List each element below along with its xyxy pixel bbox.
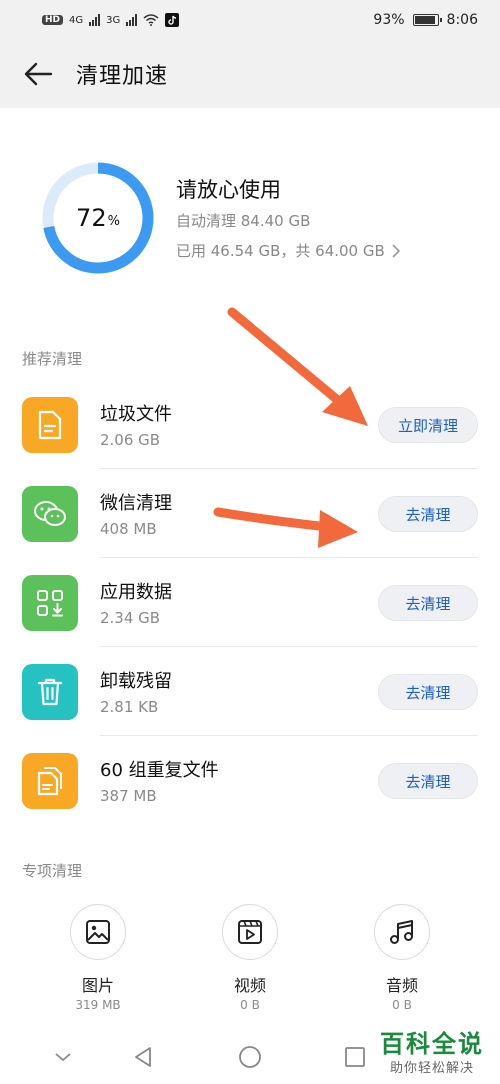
item-name: 应用数据	[100, 582, 172, 603]
nav-recents-button[interactable]	[340, 1042, 370, 1072]
net-label-2: 3G	[106, 14, 121, 26]
row-icon-bg	[22, 664, 78, 720]
item-size: 2.81 KB	[100, 698, 159, 716]
chevron-down-icon	[55, 1053, 71, 1062]
special-item-size: 319 MB	[75, 998, 121, 1012]
clock: 8:06	[446, 12, 478, 28]
auto-clean-text: 自动清理 84.40 GB	[176, 212, 311, 230]
net-label-1: 4G	[69, 14, 84, 26]
item-name: 垃圾文件	[100, 404, 172, 425]
video-icon	[238, 920, 262, 944]
wechat-icon	[34, 501, 66, 526]
special-item-audio[interactable]: 音频 0 B	[342, 904, 462, 1012]
page-title: 清理加速	[76, 64, 169, 89]
image-icon	[86, 920, 110, 944]
audio-button[interactable]	[374, 904, 430, 960]
recommended-label: 推荐清理	[22, 350, 83, 368]
list-item-wechat[interactable]: 微信清理 408 MB 去清理	[0, 469, 500, 558]
go-clean-button[interactable]: 去清理	[378, 674, 478, 710]
music-note-icon	[390, 920, 413, 944]
back-button[interactable]	[0, 40, 76, 108]
row-icon-bg	[22, 486, 78, 542]
usage-percent: 72%	[76, 204, 120, 232]
tiktok-icon	[165, 13, 180, 27]
watermark-logo: 百科全说 助你轻松解决	[380, 1024, 484, 1076]
storage-usage-text: 已用 46.54 GB，共 64.00 GB	[176, 242, 385, 260]
special-item-images[interactable]: 图片 319 MB	[38, 904, 158, 1012]
special-item-size: 0 B	[240, 998, 260, 1012]
go-clean-button[interactable]: 去清理	[378, 496, 478, 532]
item-size: 408 MB	[100, 520, 157, 538]
special-label: 专项清理	[22, 862, 83, 880]
square-recents-icon	[345, 1047, 365, 1067]
row-icon-bg	[22, 397, 78, 453]
list-item-uninstall-residue[interactable]: 卸载残留 2.81 KB 去清理	[0, 647, 500, 736]
watermark-subtitle: 助你轻松解决	[389, 1061, 474, 1076]
item-size: 387 MB	[100, 787, 157, 805]
item-name: 卸载残留	[100, 671, 172, 692]
arrow-left-icon	[24, 62, 53, 86]
signal-icon	[89, 14, 101, 26]
battery-icon	[412, 14, 442, 26]
apps-grid-icon	[37, 590, 63, 617]
list-item-app-data[interactable]: 应用数据 2.34 GB 去清理	[0, 558, 500, 647]
wifi-icon	[143, 14, 159, 26]
go-clean-button[interactable]: 去清理	[378, 585, 478, 621]
recommended-list: 垃圾文件 2.06 GB 立即清理 微信清理 408 MB 去清理 应用数据 2…	[0, 380, 500, 825]
special-cleanup: 图片 319 MB 视频 0 B 音频 0 B	[0, 900, 500, 1020]
battery-percent: 93%	[373, 12, 405, 28]
circle-home-icon	[239, 1046, 261, 1068]
nav-home-button[interactable]	[235, 1042, 265, 1072]
go-clean-button[interactable]: 去清理	[378, 763, 478, 799]
summary-title: 请放心使用	[176, 178, 281, 202]
signal-icon	[126, 14, 138, 26]
list-item-junk-files[interactable]: 垃圾文件 2.06 GB 立即清理	[0, 380, 500, 469]
triangle-back-icon	[135, 1047, 151, 1067]
item-size: 2.34 GB	[100, 609, 161, 627]
row-icon-bg	[22, 753, 78, 809]
chevron-right-icon	[392, 243, 400, 258]
document-icon	[38, 410, 62, 440]
special-item-name: 视频	[233, 976, 266, 995]
hd-badge: HD	[42, 15, 64, 25]
list-item-duplicate-files[interactable]: 60 组重复文件 387 MB 去清理	[0, 736, 500, 825]
special-item-name: 音频	[385, 976, 418, 995]
watermark-title: 百科全说	[380, 1030, 484, 1058]
duplicate-files-icon	[37, 767, 62, 796]
item-size: 2.06 GB	[100, 431, 161, 449]
image-button[interactable]	[70, 904, 126, 960]
storage-summary: 72% 请放心使用 自动清理 84.40 GB 已用 46.54 GB，共 64…	[40, 158, 480, 278]
status-bar: HD 4G 3G 93% 8:06	[0, 0, 500, 40]
storage-usage-link[interactable]: 已用 46.54 GB，共 64.00 GB	[176, 240, 401, 261]
app-header: 清理加速	[0, 40, 500, 108]
nav-hide-button[interactable]	[48, 1042, 78, 1072]
special-item-size: 0 B	[392, 998, 412, 1012]
row-icon-bg	[22, 575, 78, 631]
special-item-videos[interactable]: 视频 0 B	[190, 904, 310, 1012]
trash-icon	[37, 678, 63, 706]
status-icons: HD 4G 3G	[42, 13, 180, 27]
video-button[interactable]	[222, 904, 278, 960]
item-name: 微信清理	[100, 493, 172, 514]
clean-now-button[interactable]: 立即清理	[378, 407, 478, 443]
item-name: 60 组重复文件	[100, 760, 219, 781]
nav-back-button[interactable]	[128, 1042, 158, 1072]
special-item-name: 图片	[81, 976, 114, 995]
